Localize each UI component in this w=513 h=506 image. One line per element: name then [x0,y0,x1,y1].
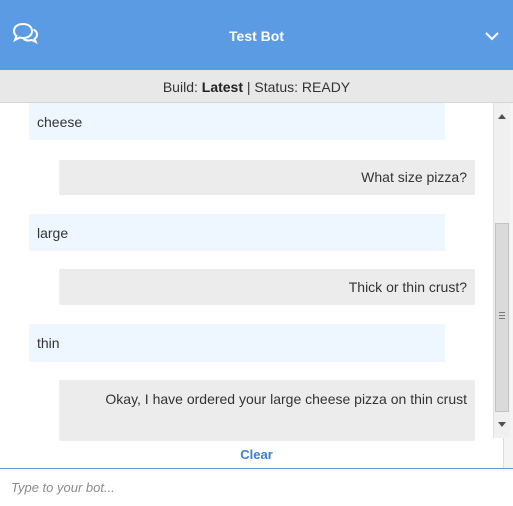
user-message: large [29,214,445,251]
scrollbar-thumb[interactable] [495,223,509,412]
message-text: thin [37,335,60,351]
status-separator: | [246,79,251,95]
bot-message: Thick or thin crust? [59,269,475,305]
status-label: Status: [254,79,299,95]
message-text: What size pizza? [361,169,467,185]
bot-message: Okay, I have ordered your large cheese p… [59,380,475,441]
grip-icon [499,312,505,319]
message-text: large [37,224,69,241]
bot-message: What size pizza? [59,160,475,195]
message-input-wrap [0,468,513,506]
clear-button[interactable]: Clear [240,447,273,462]
build-label: Build: [162,79,198,95]
message-text: Okay, I have ordered your large cheese p… [105,391,467,407]
clear-button-row: Clear [0,444,513,466]
scroll-up-arrow-icon[interactable] [498,114,506,119]
test-bot-panel: Test Bot Build: Latest | Status: READY c… [0,0,513,506]
build-value: Latest [201,79,243,95]
status-bar: Build: Latest | Status: READY [0,70,513,103]
bot-title: Test Bot [229,28,284,44]
chevron-down-icon[interactable] [482,26,502,46]
chat-header: Test Bot [0,0,513,70]
conversation-scrollbar[interactable] [493,103,510,438]
user-message: cheese [29,103,445,140]
message-input[interactable] [0,469,503,506]
user-message: thin [29,324,445,362]
message-text: cheese [37,113,83,130]
conversation-area: cheese What size pizza? large Thick or t… [0,103,503,442]
scroll-down-arrow-icon[interactable] [498,422,506,427]
message-text: Thick or thin crust? [348,279,467,295]
status-value: READY [301,79,351,95]
